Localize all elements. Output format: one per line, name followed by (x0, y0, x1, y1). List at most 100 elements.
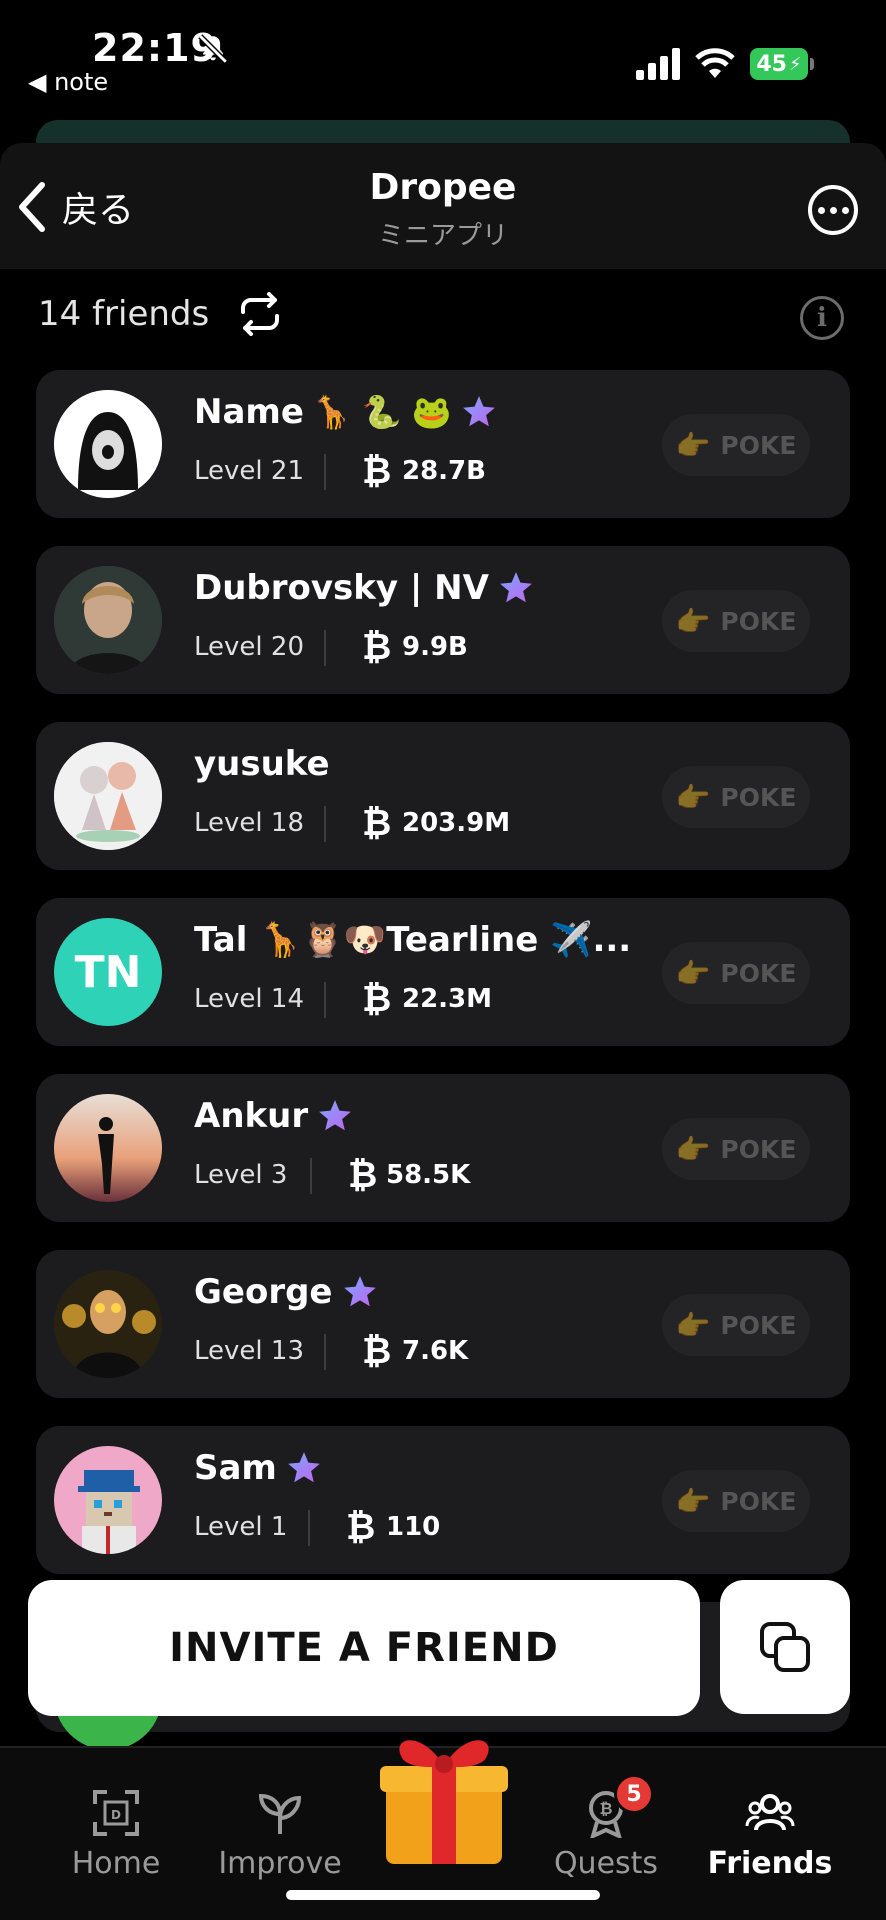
sprout-icon (258, 1793, 302, 1834)
bell-muted-icon (198, 34, 228, 64)
cellular-signal-icon (636, 48, 680, 80)
friend-balance: 9.9B (402, 632, 468, 662)
pointing-hand-icon: 👉 (675, 604, 711, 638)
nav-improve-label: Improve (218, 1846, 342, 1881)
mini-app-header: 戻る Dropee ミニアプリ (0, 143, 886, 269)
divider (310, 1158, 312, 1194)
friend-level: Level 3 (194, 1160, 288, 1190)
divider (308, 1510, 310, 1546)
illustration-avatar-image (54, 742, 162, 850)
dot (817, 206, 825, 214)
page-subtitle: ミニアプリ (377, 221, 508, 251)
gift-box-icon[interactable] (372, 1722, 516, 1868)
divider (324, 982, 326, 1018)
poke-button[interactable]: 👉 POKE (662, 414, 810, 476)
avatar (54, 1446, 162, 1554)
nav-quests[interactable]: ₿ Quests 5 (536, 1774, 676, 1881)
nav-quests-label: Quests (553, 1846, 659, 1881)
pointing-hand-icon: 👉 (675, 780, 711, 814)
friend-card: yusuke Level 18 ₿ 203.9M 👉 POKE (36, 722, 850, 870)
hooded-figure-avatar-image (54, 390, 162, 498)
copy-link-button[interactable] (720, 1580, 850, 1714)
friend-level: Level 20 (194, 632, 304, 662)
friend-card: TN Tal 🦒🦉🐶Tearline ✈️... Level 14 ₿ 22.3… (36, 898, 850, 1046)
nav-home[interactable]: D Home (46, 1788, 186, 1881)
premium-star-icon (319, 1100, 351, 1131)
friend-name: Name 🦒 🐍 🐸 (194, 392, 498, 432)
friend-level: Level 13 (194, 1336, 304, 1366)
dot (841, 206, 849, 214)
friends-header: 14 friends (38, 290, 285, 338)
friend-name: Ankur (194, 1096, 354, 1136)
back-to-app-link[interactable]: ◀ note (28, 68, 108, 96)
premium-star-icon (288, 1452, 320, 1483)
avatar-initials: TN (54, 918, 162, 1026)
friend-balance: 110 (386, 1512, 441, 1542)
friend-card: Ankur Level 3 ₿ 58.5K 👉 POKE (36, 1074, 850, 1222)
friend-card: Sam Level 1 ₿ 110 👉 POKE (36, 1426, 850, 1574)
nav-friends-label: Friends (707, 1846, 833, 1881)
poke-button[interactable]: 👉 POKE (662, 1470, 810, 1532)
avatar (54, 1094, 162, 1202)
friend-balance: 22.3M (402, 984, 493, 1014)
nav-improve[interactable]: Improve (210, 1788, 350, 1881)
charging-bolt-icon: ⚡ (788, 53, 802, 75)
more-options-button[interactable] (808, 185, 858, 235)
dot (829, 206, 837, 214)
avatar (54, 1270, 162, 1378)
coin-icon: ₿ (346, 1507, 376, 1548)
pointing-hand-icon: 👉 (675, 956, 711, 990)
avatar-initials-text: TN (74, 946, 142, 998)
poke-button[interactable]: 👉 POKE (662, 590, 810, 652)
pixel-cat-avatar-image (54, 1446, 162, 1554)
portrait-avatar-image (54, 566, 162, 674)
battery-indicator: 45 ⚡ (750, 48, 808, 80)
divider (324, 454, 326, 490)
copy-icon (760, 1622, 810, 1672)
refresh-icon[interactable] (235, 292, 285, 336)
quests-badge: 5 (614, 1774, 654, 1814)
svg-text:D: D (111, 1808, 121, 1822)
poke-button[interactable]: 👉 POKE (662, 1118, 810, 1180)
friend-balance: 58.5K (386, 1160, 471, 1190)
friend-card: Name 🦒 🐍 🐸 Level 21 ₿ 28.7B 👉 POKE (36, 370, 850, 518)
coin-icon: ₿ (362, 979, 392, 1020)
friend-balance: 28.7B (402, 456, 486, 486)
premium-star-icon (462, 396, 495, 427)
status-bar: 22:19 ◀ note 45 ⚡ (0, 0, 886, 120)
friends-count: 14 friends (38, 294, 210, 334)
nav-friends[interactable]: Friends (700, 1788, 840, 1881)
coin-icon: ₿ (362, 451, 392, 492)
friend-name: yusuke (194, 744, 330, 784)
coin-icon: ₿ (362, 803, 392, 844)
poke-button[interactable]: 👉 POKE (662, 766, 810, 828)
divider (324, 1334, 326, 1370)
friend-card: George Level 13 ₿ 7.6K 👉 POKE (36, 1250, 850, 1398)
friend-name: Dubrovsky | NV (194, 568, 535, 608)
friend-balance: 7.6K (402, 1336, 469, 1366)
friend-level: Level 14 (194, 984, 304, 1014)
name-emojis: 🦒 🐍 🐸 (311, 393, 452, 431)
avatar (54, 566, 162, 674)
friend-card: Dubrovsky | NV Level 20 ₿ 9.9B 👉 POKE (36, 546, 850, 694)
avatar (54, 742, 162, 850)
friend-level: Level 21 (194, 456, 304, 486)
page-title: Dropee (369, 167, 517, 208)
sunset-silhouette-avatar-image (54, 1094, 162, 1202)
divider (324, 630, 326, 666)
friend-balance: 203.9M (402, 808, 511, 838)
premium-star-icon (343, 1276, 376, 1307)
poke-button[interactable]: 👉 POKE (662, 942, 810, 1004)
pointing-hand-icon: 👉 (675, 1484, 711, 1518)
nav-home-label: Home (71, 1846, 161, 1881)
premium-star-icon (500, 572, 532, 603)
gold-portrait-avatar-image (54, 1270, 162, 1378)
pointing-hand-icon: 👉 (675, 428, 711, 462)
svg-text:₿: ₿ (599, 1799, 612, 1818)
friend-name: Tal 🦒🦉🐶Tearline ✈️... (194, 920, 632, 960)
coin-icon: ₿ (362, 1331, 392, 1372)
friend-name: Sam (194, 1448, 323, 1488)
invite-friend-button[interactable]: INVITE A FRIEND (28, 1580, 700, 1716)
poke-button[interactable]: 👉 POKE (662, 1294, 810, 1356)
info-icon[interactable]: i (800, 296, 844, 340)
